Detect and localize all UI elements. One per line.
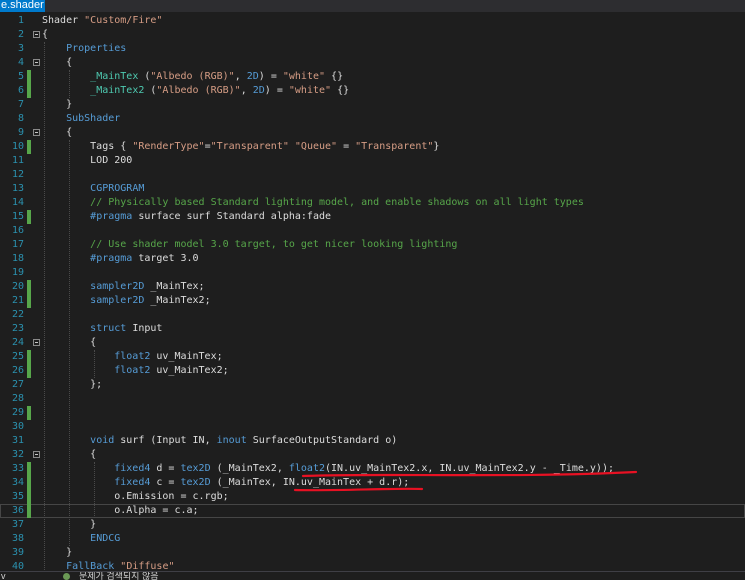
underline-line-34	[293, 487, 424, 492]
red-annotation-underlines	[293, 470, 638, 492]
underline-line-33	[301, 470, 638, 478]
tab-bar: e.shader	[0, 0, 745, 12]
tab-shader-file[interactable]: e.shader	[0, 0, 45, 12]
code-editor[interactable]: 1 Shader "Custom/Fire" 2{3 Properties 4 {5 …	[0, 12, 745, 574]
